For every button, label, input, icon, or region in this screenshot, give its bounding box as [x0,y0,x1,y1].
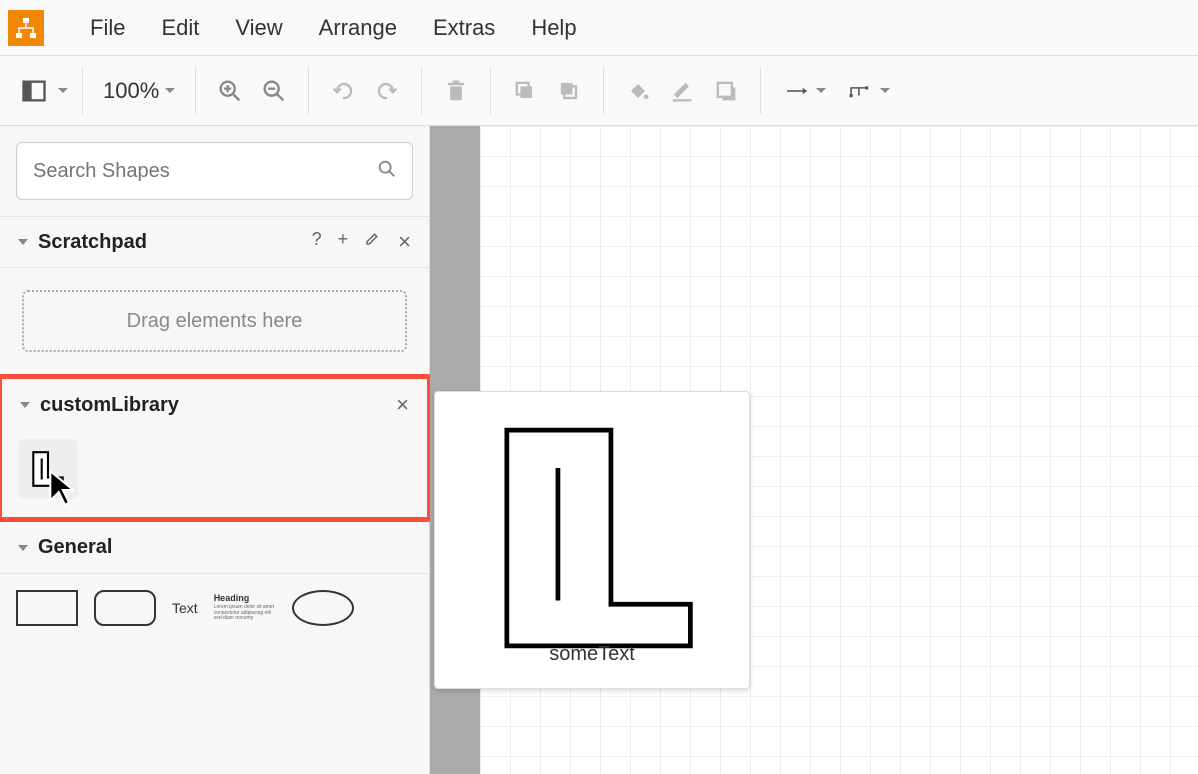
custom-library-header[interactable]: customLibrary × [2,379,427,431]
menu-edit[interactable]: Edit [143,11,217,45]
canvas-area[interactable]: someText [430,126,1198,774]
separator [308,68,309,114]
zoom-out-button[interactable] [254,71,294,111]
waypoint-button[interactable] [839,71,899,111]
line-color-button[interactable] [662,71,702,111]
app-logo[interactable] [8,10,44,46]
general-header[interactable]: General [0,522,429,574]
pencil-line-icon [668,77,696,105]
scratchpad-header[interactable]: Scratchpad ? + × [0,216,429,268]
custom-library-close-button[interactable]: × [396,392,409,418]
search-input[interactable] [31,159,376,184]
chevron-down-icon [816,88,826,93]
paint-bucket-icon [624,77,652,105]
preview-label: someText [549,643,635,666]
search-icon[interactable] [376,158,398,185]
separator [195,68,196,114]
shape-rectangle[interactable] [16,590,78,626]
mouse-cursor-icon [44,467,86,509]
chevron-down-icon [18,239,28,245]
panels-icon [20,77,48,105]
custom-library-section: customLibrary × [0,374,432,522]
menu-help[interactable]: Help [513,11,594,45]
shape-preview-popup: someText [434,391,750,689]
scratchpad-edit-button[interactable] [364,229,382,255]
search-container [0,126,429,216]
to-back-icon [555,77,583,105]
separator [82,68,83,114]
menu-extras[interactable]: Extras [415,11,513,45]
scratchpad-add-button[interactable]: + [338,229,349,255]
to-front-icon [511,77,539,105]
connection-button[interactable] [775,71,835,111]
fill-color-button[interactable] [618,71,658,111]
delete-button[interactable] [436,71,476,111]
scratchpad-title: Scratchpad [38,231,312,254]
shape-ellipse[interactable] [292,590,354,626]
sidebar: Scratchpad ? + × Drag elements here cust… [0,126,430,774]
scratchpad-body: Drag elements here [0,268,429,374]
chevron-down-icon [880,88,890,93]
custom-library-shapes [2,431,427,517]
shadow-button[interactable] [706,71,746,111]
zoom-dropdown[interactable]: 100% [97,78,181,104]
menu-bar: File Edit View Arrange Extras Help [0,0,1198,56]
general-shapes: Text Heading Lorem ipsum dolor sit amet … [0,574,429,642]
shadow-icon [712,77,740,105]
toolbar: 100% [0,56,1198,126]
panel-dropdown-caret[interactable] [58,88,68,93]
redo-button[interactable] [367,71,407,111]
scratchpad-actions: ? + × [312,229,411,255]
zoom-value: 100% [103,78,159,104]
shape-rounded-rectangle[interactable] [94,590,156,626]
chevron-down-icon [18,545,28,551]
undo-icon [329,77,357,105]
shape-text[interactable]: Text [172,600,198,616]
separator [760,68,761,114]
custom-shape-thumb[interactable] [18,439,78,499]
toggle-panels-button[interactable] [14,71,54,111]
redo-icon [373,77,401,105]
scratchpad-drop-zone[interactable]: Drag elements here [22,290,407,352]
scratchpad-help-button[interactable]: ? [312,229,322,255]
custom-library-title: customLibrary [40,394,396,417]
separator [603,68,604,114]
preview-l-shape-icon [478,415,706,661]
chevron-down-icon [165,88,175,93]
to-front-button[interactable] [505,71,545,111]
trash-icon [442,77,470,105]
zoom-in-icon [216,77,244,105]
separator [490,68,491,114]
separator [421,68,422,114]
main-area: Scratchpad ? + × Drag elements here cust… [0,126,1198,774]
waypoint-icon [848,77,876,105]
app-logo-icon [14,16,38,40]
to-back-button[interactable] [549,71,589,111]
pencil-icon [364,229,382,247]
menu-arrange[interactable]: Arrange [301,11,415,45]
zoom-out-icon [260,77,288,105]
general-title: General [38,536,411,559]
zoom-in-button[interactable] [210,71,250,111]
search-box[interactable] [16,142,413,200]
menu-file[interactable]: File [72,11,143,45]
arrow-icon [784,77,812,105]
shape-heading[interactable]: Heading Lorem ipsum dolor sit amet conse… [214,594,276,622]
undo-button[interactable] [323,71,363,111]
menu-view[interactable]: View [217,11,300,45]
scratchpad-close-button[interactable]: × [398,229,411,255]
chevron-down-icon [20,402,30,408]
